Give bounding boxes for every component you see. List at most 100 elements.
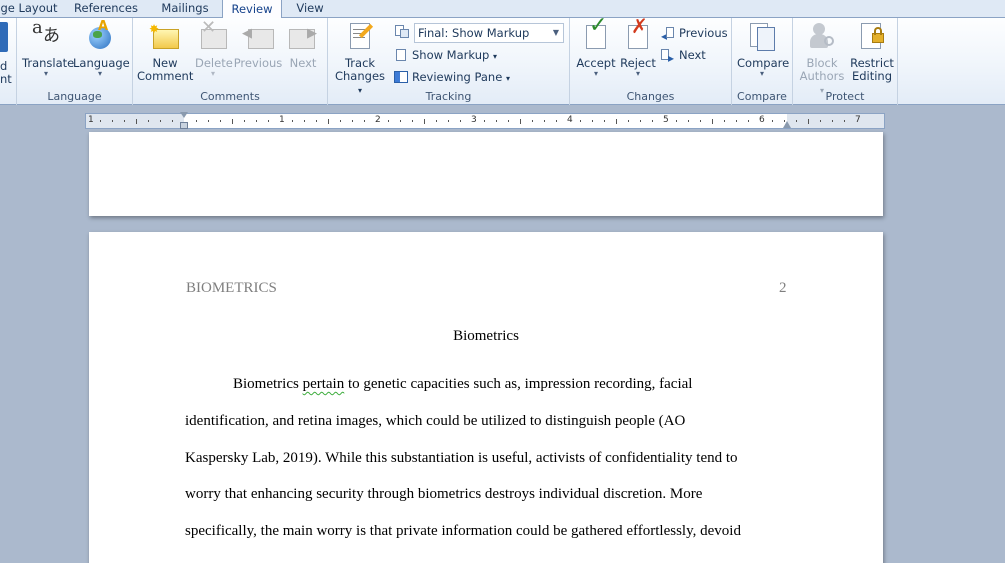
next-change-button[interactable]: ▸ Next (661, 45, 706, 65)
ruler-tick (424, 118, 425, 124)
delete-comment-button[interactable]: ✕ Delete ▾ (195, 19, 233, 78)
ruler-tick (352, 120, 353, 122)
display-for-review-value: Final: Show Markup (418, 26, 530, 40)
accept-icon: ✓ (580, 15, 612, 53)
tab-page-layout[interactable]: ge Layout (0, 0, 58, 18)
translate-icon: a あ (32, 17, 60, 46)
ruler-tick (700, 120, 701, 122)
new-comment-label-2: Comment (137, 69, 194, 83)
first-line-indent-marker[interactable] (180, 112, 188, 118)
previous-comment-icon: ◀ (242, 21, 274, 53)
ruler-tick (412, 120, 413, 122)
ruler-tick (388, 120, 389, 122)
accept-button[interactable]: ✓ Accept ▾ (575, 15, 617, 78)
reviewing-pane-button[interactable]: Reviewing Pane ▾ (394, 67, 510, 87)
ruler-tick (808, 118, 809, 124)
ruler-tick (604, 120, 605, 122)
chevron-down-icon: ▼ (552, 28, 559, 37)
previous-change-button[interactable]: ◂ Previous (661, 23, 728, 43)
ruler-tick (160, 120, 161, 122)
ruler-tick (508, 120, 509, 122)
show-markup-caret: ▾ (492, 52, 497, 61)
ruler-number: 2 (375, 115, 381, 125)
ruler-tick (484, 120, 485, 122)
ruler-tick (124, 120, 125, 122)
ruler-tick (316, 120, 317, 122)
ruler-number: 1 (88, 115, 94, 125)
horizontal-ruler[interactable]: 1 1 2 3 4 5 6 7 (85, 112, 885, 129)
reviewing-pane-caret: ▾ (505, 74, 510, 83)
text-run: Biometrics (233, 376, 303, 392)
ruler-tick (640, 120, 641, 122)
ruler-tick (208, 120, 209, 122)
ruler-tick (676, 120, 677, 122)
ruler-right-margin (787, 114, 884, 128)
ruler-number: 7 (855, 115, 861, 125)
comments-group-label: Comments (200, 90, 260, 103)
restrict-editing-label-2: Editing (851, 69, 893, 83)
ruler-tick (712, 118, 713, 124)
block-authors-button[interactable]: Block Authors ▾ (799, 21, 845, 97)
tab-references[interactable]: References (64, 0, 148, 18)
show-markup-button[interactable]: Show Markup ▾ (394, 45, 497, 65)
ruler-tick (820, 120, 821, 122)
ruler-tick (340, 120, 341, 122)
ruler-tick (220, 120, 221, 122)
display-for-review-icon (394, 24, 410, 40)
previous-comment-button[interactable]: ◀ Previous (233, 21, 283, 70)
new-comment-button[interactable]: ✸ New Comment (137, 21, 193, 83)
compare-button[interactable]: Compare ▾ (737, 21, 789, 78)
tab-view[interactable]: View (284, 0, 336, 18)
grammar-flagged-word[interactable]: pertain (303, 376, 345, 392)
changes-group-label: Changes (626, 90, 675, 103)
ruler-number: 4 (567, 115, 573, 125)
protect-group: Block Authors ▾ Restrict Editing Protect (793, 18, 898, 105)
ruler-tick (832, 120, 833, 122)
paragraph-line: identification, and retina images, which… (185, 413, 686, 429)
previous-page (89, 132, 883, 216)
previous-comment-label: Previous (233, 56, 283, 70)
ruler-tick (100, 120, 101, 122)
ruler-tick (268, 120, 269, 122)
proofing-group-partial: d nt (0, 18, 17, 105)
left-indent-marker[interactable] (180, 122, 188, 129)
language-group-label: Language (47, 90, 102, 103)
ruler-tick (112, 120, 113, 122)
restrict-editing-button[interactable]: Restrict Editing (849, 21, 895, 83)
ruler-number: 1 (279, 115, 285, 125)
translate-dropdown-caret: ▾ (43, 69, 48, 78)
translate-button[interactable]: a あ Translate ▾ (22, 17, 74, 78)
reject-button[interactable]: ✗ Reject ▾ (619, 16, 657, 78)
ruler-tick (796, 120, 797, 122)
ruler-tick (532, 120, 533, 122)
ruler-tick (460, 120, 461, 122)
tab-mailings[interactable]: Mailings (150, 0, 220, 18)
reviewing-pane-label: Reviewing Pane (412, 70, 503, 84)
compare-group: Compare ▾ Compare (732, 18, 793, 105)
tab-review[interactable]: Review (222, 0, 282, 18)
show-markup-icon (394, 48, 408, 62)
track-changes-button[interactable]: Track Changes ▾ (332, 21, 388, 97)
proofing-label-2: nt (0, 72, 12, 86)
delete-dropdown-caret: ▾ (210, 69, 215, 78)
ruler-tick (400, 120, 401, 122)
proofing-icon (0, 22, 8, 52)
document-title: Biometrics (453, 328, 519, 344)
language-button[interactable]: A Language ▾ (73, 20, 130, 78)
ruler-tick (136, 118, 137, 124)
display-for-review-dropdown[interactable]: Final: Show Markup ▼ (414, 23, 564, 43)
reviewing-pane-icon (394, 70, 408, 84)
next-comment-button[interactable]: ▶ Next (285, 21, 321, 70)
show-markup-label: Show Markup (412, 48, 490, 62)
right-indent-marker[interactable] (783, 121, 791, 128)
document-page[interactable]: BIOMETRICS 2 Biometrics Biometrics perta… (89, 232, 883, 563)
paragraph-line: specifically, the main worry is that pri… (185, 523, 741, 539)
ruler-tick (520, 118, 521, 124)
text-run: to genetic capacities such as, impressio… (344, 376, 693, 392)
ruler-tick (724, 120, 725, 122)
compare-icon (746, 21, 778, 53)
comments-group: ✸ New Comment ✕ Delete ▾ ◀ Previous ▶ Ne… (133, 18, 328, 105)
reject-dropdown-caret: ▾ (635, 69, 640, 78)
ruler-tick (844, 120, 845, 122)
changes-group: ✓ Accept ▾ ✗ Reject ▾ ◂ Previous ▸ Next (570, 15, 732, 105)
